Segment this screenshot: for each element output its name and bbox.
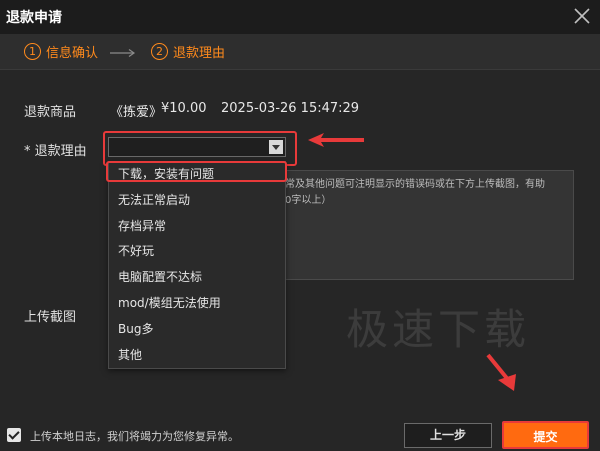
purchase-datetime: 2025-03-26 15:47:29 [221,101,360,116]
annotation-arrow-icon [308,133,364,147]
watermark: 极速下载 [346,305,531,354]
step-label: 信息确认 [46,46,99,61]
description-text-line1: 常及其他问题可注明显示的错误码或在下方上传截图，有助 [285,179,545,190]
dropdown-option[interactable]: Bug多 [109,317,285,343]
submit-button[interactable]: 提交 [502,421,589,449]
step-bar: 1 信息确认 2 退款理由 [0,34,600,70]
step-info-confirm: 1 信息确认 [24,42,98,61]
step-label: 退款理由 [173,46,226,61]
dropdown-option[interactable]: 存档异常 [109,214,285,240]
description-text-line2: 0字以上） [285,195,332,206]
upload-label: 上传截图 [24,310,77,325]
reason-dropdown: 下载，安装有问题 无法正常启动 存档异常 不好玩 电脑配置不达标 mod/模组无… [108,161,286,369]
upload-log-checkbox[interactable] [7,428,21,442]
annotation-highlight-option [106,161,287,182]
product-label: 退款商品 [24,105,77,120]
step-number: 1 [24,43,41,60]
reason-label: * 退款理由 [24,144,87,159]
dropdown-option[interactable]: 无法正常启动 [109,188,285,214]
close-icon [574,8,590,24]
arrow-right-icon [110,49,136,57]
step-refund-reason: 2 退款理由 [151,42,225,61]
close-button[interactable] [570,4,594,28]
product-price: ¥10.00 [161,101,207,116]
annotation-arrow-icon [486,353,516,391]
dropdown-option[interactable]: 电脑配置不达标 [109,265,285,291]
step-number: 2 [151,43,168,60]
dropdown-option[interactable]: 不好玩 [109,239,285,265]
previous-step-button[interactable]: 上一步 [404,423,492,448]
title-bar: 退款申请 [0,0,600,34]
window-title: 退款申请 [6,10,62,26]
upload-log-text: 上传本地日志，我们将竭力为您修复异常。 [30,430,239,443]
dropdown-option[interactable]: 其他 [109,343,285,369]
product-name: 《拣爱》 [110,105,163,120]
dropdown-option[interactable]: mod/模组无法使用 [109,291,285,317]
